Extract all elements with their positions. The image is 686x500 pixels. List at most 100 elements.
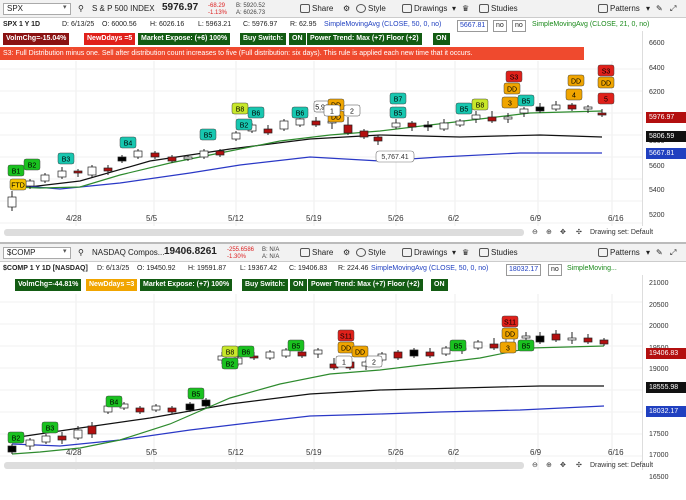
instrument-name: S & P 500 INDEX [92,4,155,13]
new-ddays-tag: NewDdays =5 [84,33,136,45]
signal-badge-label: 2 [350,109,354,116]
symbol-input[interactable]: SPX [3,3,71,15]
sma21-study-label[interactable]: SimpleMovingAvg (CLOSE, 21, 0, no) [532,19,649,31]
signal-badge-label: B5 [394,111,403,118]
candle-body [167,407,177,413]
expand-icon[interactable]: ⤢ [670,247,676,258]
chevron-down-icon[interactable]: ▾ [646,247,650,258]
candle-body [57,435,67,441]
signal-badge-label: DD [571,79,581,86]
gear-icon[interactable]: ⚙ [343,247,350,258]
candle-body [185,403,195,411]
sma50-study-label[interactable]: SimpleMovingAvg (CLOSE, 50, 0, no) [371,263,488,275]
signal-badge-label: B4 [110,400,119,407]
zoom-out-icon[interactable]: ⊖ [532,227,538,239]
indicator-tags: VolmChg=-44.81% NewDdays =3 Market Expos… [0,279,686,292]
expand-icon[interactable]: ⤢ [670,3,676,14]
drawing-set-label[interactable]: Drawing set: Default [590,460,653,472]
symbol-input[interactable]: $COMP [3,247,71,259]
share-button[interactable]: Share [300,247,333,258]
candle-body [263,128,273,134]
chevron-down-icon[interactable]: ▾ [452,247,456,258]
candle-body [487,116,497,122]
buy-switch-status: ON [289,33,306,45]
link-icon[interactable]: ⚲ [78,3,84,14]
price-tick-label: 6600 [649,40,665,47]
date-tick-label: 5/12 [228,214,244,223]
chart-footer: ⊖ ⊕ ✥ ✣ Drawing set: Default [0,227,686,239]
date-tick-label: 5/5 [146,448,158,457]
sma50-study-label[interactable]: SimpleMovingAvg (CLOSE, 50, 0, no) [324,19,441,31]
price-tick-label: 5400 [649,187,665,194]
patterns-button[interactable]: Patterns [598,247,640,258]
drawing-tool-icon[interactable]: ✎ [656,247,663,258]
bottom-toolbar: $COMP ▾ ⚲ NASDAQ Compos... 19406.8261 -2… [0,244,686,262]
spx-price-chart[interactable]: B1B2FTDB3B4B5B8B6B2B65,96DDDD12B7B5B5B8S… [0,61,642,226]
ohlc-open: O: 6000.56 [102,21,137,28]
signal-badge-label: 4 [572,93,576,100]
pan-icon[interactable]: ✥ [560,460,566,472]
chevron-down-icon[interactable]: ▾ [646,3,650,14]
date-axis: 4/28 5/5 5/12 5/19 5/26 6/2 6/9 6/16 [0,214,642,226]
time-scrollbar[interactable] [4,462,524,469]
cursor-icon[interactable]: ✣ [576,227,582,239]
candle-body [373,136,383,142]
pan-icon[interactable]: ✥ [560,227,566,239]
date-tick-label: 6/2 [448,214,460,223]
signal-badge-label: S3 [602,69,611,76]
candle-body [425,351,435,357]
candle-body [391,122,401,128]
zoom-out-icon[interactable]: ⊖ [532,460,538,472]
signal-badge-label: B8 [476,103,485,110]
time-scrollbar[interactable] [4,229,524,236]
candle-body [455,120,465,126]
symbol-dropdown-icon[interactable]: ▾ [63,247,67,255]
comp-price-chart[interactable]: B2 B3 B4 B5 B8 B6 B2 B5 S11 DD 1 DD 2 B5 S11 DD 3 B5 [0,294,642,470]
candle-body [297,351,307,357]
gear-icon[interactable]: ⚙ [343,3,350,14]
sma21-study-label[interactable]: SimpleMoving... [567,263,617,275]
drawings-button[interactable]: Drawings [402,247,447,258]
studies-button[interactable]: Studies [479,247,518,258]
share-button[interactable]: Share [300,3,333,14]
last-price: 19406.8261 [164,246,217,257]
signal-badge-label: S11 [504,320,516,327]
studies-button[interactable]: Studies [479,3,518,14]
drawing-tool-icon[interactable]: ✎ [656,3,663,14]
ohlc-date: D: 6/13/25 [97,265,130,272]
trophy-icon[interactable]: ♛ [462,3,469,14]
cursor-icon[interactable]: ✣ [576,460,582,472]
link-icon[interactable]: ⚲ [78,247,84,258]
symbol-dropdown-icon[interactable]: ▾ [63,3,67,11]
patterns-button[interactable]: Patterns [598,3,640,14]
signal-badge-label: S3 [510,75,519,82]
signal-badge-label: B6 [252,111,261,118]
price-axis[interactable]: 2100020500200001950019000185001800017500… [642,275,686,481]
candle-body [87,425,97,435]
study-flag: no [512,20,526,32]
signal-badge-label: 1 [342,360,346,367]
style-button[interactable]: Style [356,3,386,14]
signal-badge-label: DD [505,332,515,339]
signal-badge-label: B7 [394,97,403,104]
ohlc-high: H: 6026.16 [150,21,185,28]
pct-change: -1.30% [227,254,247,260]
drawings-button[interactable]: Drawings [402,3,447,14]
chevron-down-icon[interactable]: ▾ [452,3,456,14]
signal-badge-label: B3 [46,426,55,433]
price-axis[interactable]: 660064006200600058005600540052005976.975… [642,31,686,226]
signal-badge-label: B6 [296,111,305,118]
study-flag: no [548,264,562,276]
style-button[interactable]: Style [356,247,386,258]
price-tick-label: 17000 [649,452,669,459]
zoom-in-icon[interactable]: ⊕ [546,227,552,239]
candle-body [73,429,83,439]
trophy-icon[interactable]: ♛ [462,247,469,258]
drawing-set-label[interactable]: Drawing set: Default [590,227,653,239]
zoom-in-icon[interactable]: ⊕ [546,460,552,472]
candle-body [597,112,607,116]
candle-body [567,337,577,341]
net-change: -255.6586 [227,247,255,253]
pct-change: -1.13% [208,10,228,16]
candle-body [57,170,67,178]
